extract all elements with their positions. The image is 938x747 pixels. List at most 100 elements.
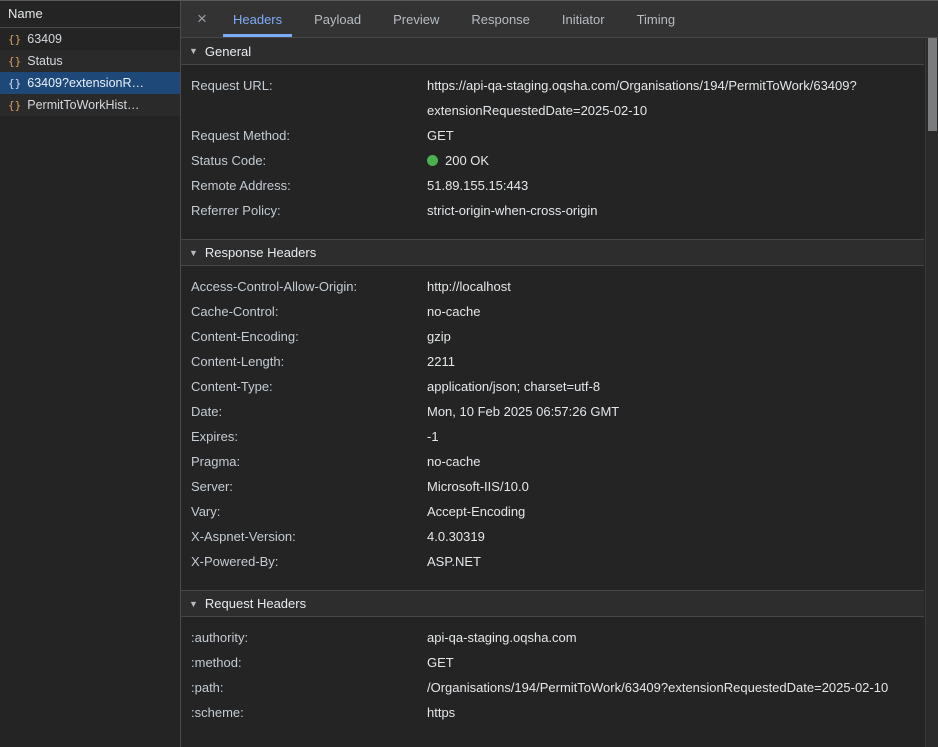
section-header-response-headers[interactable]: ▼Response Headers (181, 239, 924, 266)
header-value: Mon, 10 Feb 2025 06:57:26 GMT (427, 399, 897, 424)
header-row: :path:/Organisations/194/PermitToWork/63… (191, 675, 924, 700)
section-header-general[interactable]: ▼ General (181, 38, 924, 65)
headers-content: ▼ General Request URL:https://api-qa-stagi… (181, 38, 938, 747)
scrollbar-thumb[interactable] (928, 38, 937, 131)
header-row: Content-Type:application/json; charset=u… (191, 374, 924, 399)
header-row: X-Aspnet-Version:4.0.30319 (191, 524, 924, 549)
header-row: Content-Length:2211 (191, 349, 924, 374)
detail-tabs: Headers Payload Preview Response Initiator Ti… (217, 1, 691, 37)
header-value: 2211 (427, 349, 897, 374)
section-general: ▼ General Request URL:https://api-qa-stagi… (181, 38, 924, 239)
header-value: 51.89.155.15:443 (427, 173, 897, 198)
request-name: PermitToWorkHist… (27, 98, 139, 112)
header-row: :method:GET (191, 650, 924, 675)
header-row: Content-Encoding:gzip (191, 324, 924, 349)
header-row: Pragma:no-cache (191, 449, 924, 474)
header-name: Expires: (191, 424, 427, 449)
tab-initiator[interactable]: Initiator (552, 1, 615, 37)
header-row: Remote Address:51.89.155.15:443 (191, 173, 924, 198)
disclosure-triangle-icon: ▼ (189, 46, 198, 56)
header-name: Date: (191, 399, 427, 424)
header-row: Access-Control-Allow-Origin:http://local… (191, 274, 924, 299)
json-braces-icon: {} (8, 33, 21, 46)
header-row: X-Powered-By:ASP.NET (191, 549, 924, 574)
header-name: Cache-Control: (191, 299, 427, 324)
header-value: application/json; charset=utf-8 (427, 374, 897, 399)
request-name: Status (27, 54, 62, 68)
header-value: https (427, 700, 897, 725)
header-name: Content-Encoding: (191, 324, 427, 349)
header-value: ASP.NET (427, 549, 897, 574)
header-name: Request URL: (191, 73, 427, 98)
header-row: Cache-Control:no-cache (191, 299, 924, 324)
header-value: GET (427, 123, 897, 148)
header-row: Request URL:https://api-qa-staging.oqsha… (191, 73, 924, 123)
header-name: Referrer Policy: (191, 198, 427, 223)
tab-timing[interactable]: Timing (627, 1, 686, 37)
network-request-sidebar: Name {}63409{}Status{}63409?extensionR…{… (0, 1, 181, 747)
header-value: no-cache (427, 299, 897, 324)
tab-response[interactable]: Response (461, 1, 540, 37)
header-name: :method: (191, 650, 427, 675)
header-value: Microsoft-IIS/10.0 (427, 474, 897, 499)
header-value: Accept-Encoding (427, 499, 897, 524)
header-name: X-Powered-By: (191, 549, 427, 574)
request-list-item-permittoworkhist[interactable]: {} PermitToWorkHist… (0, 94, 180, 116)
json-braces-icon: {} (8, 99, 21, 112)
name-column-header[interactable]: Name (0, 1, 180, 28)
header-row: :scheme:https (191, 700, 924, 725)
section-header-request-headers[interactable]: ▼ Request Headers (181, 590, 924, 617)
section-body: Request URL:https://api-qa-staging.oqsha… (181, 65, 924, 239)
close-icon[interactable]: × (187, 1, 217, 37)
header-name: :authority: (191, 625, 427, 650)
section-response-headers: ▼Response Headers Access-Control-Allow-Or… (181, 239, 924, 590)
header-value-text: 200 OK (445, 153, 489, 168)
request-list-item-status[interactable]: {} Status (0, 50, 180, 72)
header-row: Expires:-1 (191, 424, 924, 449)
header-row: Vary:Accept-Encoding (191, 499, 924, 524)
header-value: -1 (427, 424, 897, 449)
header-value: https://api-qa-staging.oqsha.com/Organis… (427, 73, 897, 123)
header-row: Referrer Policy:strict-origin-when-cross… (191, 198, 924, 223)
request-list-item-63409[interactable]: {} 63409 (0, 28, 180, 50)
header-row: Status Code: 200 OK (191, 148, 924, 173)
section-title: Request Headers (205, 596, 306, 611)
header-value: 4.0.30319 (427, 524, 897, 549)
scrollbar[interactable] (925, 38, 938, 747)
header-value: gzip (427, 324, 897, 349)
header-name: Pragma: (191, 449, 427, 474)
tab-headers[interactable]: Headers (223, 1, 292, 37)
header-name: Remote Address: (191, 173, 427, 198)
tab-preview[interactable]: Preview (383, 1, 449, 37)
header-row: Server:Microsoft-IIS/10.0 (191, 474, 924, 499)
header-name: :path: (191, 675, 427, 700)
header-name: X-Aspnet-Version: (191, 524, 427, 549)
header-name: Content-Type: (191, 374, 427, 399)
header-value: /Organisations/194/PermitToWork/63409?ex… (427, 675, 897, 700)
section-body: :authority:api-qa-staging.oqsha.com:meth… (181, 617, 924, 741)
detail-tabbar: × Headers Payload Preview Response Initiator… (181, 1, 938, 38)
header-row: Request Method:GET (191, 123, 924, 148)
section-title: Response Headers (205, 245, 316, 260)
status-green-dot-icon (427, 155, 438, 166)
section-title: General (205, 44, 251, 59)
header-row: :authority:api-qa-staging.oqsha.com (191, 625, 924, 650)
request-detail-panel: × Headers Payload Preview Response Initiator… (181, 1, 938, 747)
header-name: Status Code: (191, 148, 427, 173)
request-list-item-63409-extensionr[interactable]: {}63409?extensionR… (0, 72, 180, 94)
header-value: http://localhost (427, 274, 897, 299)
header-row: Date:Mon, 10 Feb 2025 06:57:26 GMT (191, 399, 924, 424)
request-list: {} 63409 {} Status {}63409?extensionR… {} Perm… (0, 28, 180, 116)
tab-payload[interactable]: Payload (304, 1, 371, 37)
header-name: Content-Length: (191, 349, 427, 374)
disclosure-triangle-icon: ▼ (189, 599, 198, 609)
header-name: :scheme: (191, 700, 427, 725)
section-body: Access-Control-Allow-Origin:http://local… (181, 266, 924, 590)
json-braces-icon: {} (8, 55, 21, 68)
header-value: 200 OK (427, 148, 897, 173)
section-request-headers: ▼ Request Headers :authority:api-qa-stagin… (181, 590, 924, 741)
request-name: 63409 (27, 32, 62, 46)
header-value: no-cache (427, 449, 897, 474)
header-value: api-qa-staging.oqsha.com (427, 625, 897, 650)
request-name: 63409?extensionR… (27, 76, 144, 90)
